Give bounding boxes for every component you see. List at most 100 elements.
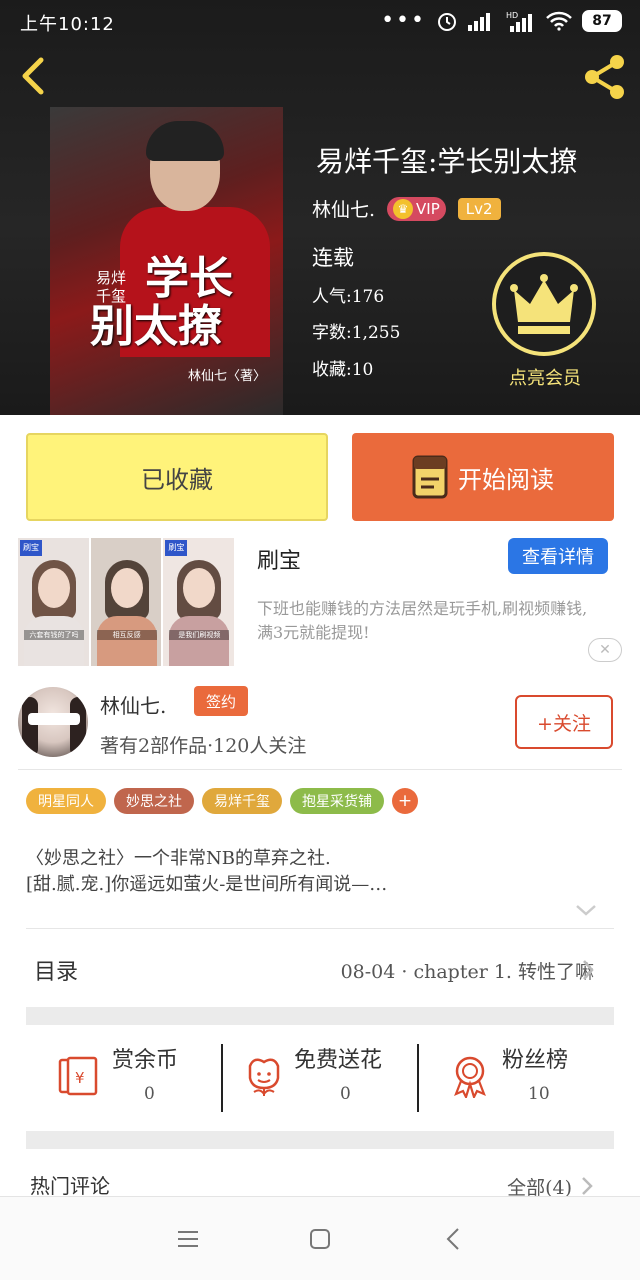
cover-title-line1: 学长 [145,253,233,304]
author-card-name[interactable]: 林仙七. [100,690,166,719]
system-nav-bar [0,1196,640,1280]
hot-comments-label: 热门评论 [30,1174,110,1198]
reward-flowers[interactable]: 免费送花 0 [222,1040,418,1116]
vip-badge: ♛ VIP [387,196,446,221]
book-header: 上午10:12 ••• HD 87 学长 别太撩 易烊 千玺 林仙七〈著〉 易烊… [0,0,640,415]
vip-member-button[interactable] [492,252,596,356]
ad-thumbnail-face [110,568,143,608]
section-gap [26,1131,614,1149]
reward-label: 免费送花 [294,1048,383,1073]
ad-thumbnail-face [38,568,70,608]
ad-detail-button[interactable]: 查看详情 [508,538,608,574]
ad-title[interactable]: 刷宝 [257,543,301,575]
book-word-count: 字数:1,255 [312,323,401,343]
divider [417,1044,419,1112]
cover-title-line2: 别太撩 [90,301,222,352]
tag-list: 明星同人 妙思之社 易烊千玺 抱星采货铺 + [26,788,418,814]
toc-label[interactable]: 目录 [34,954,78,986]
vip-label: VIP [416,199,440,218]
book-status: 连载 [312,246,354,270]
reward-row: ¥ 赏余币 0 免费送花 0 粉丝榜 10 [26,1040,614,1116]
crown-icon [510,274,578,334]
divider [221,1044,223,1112]
ad-thumbnail-caption: 是我们刷视频 [169,630,230,640]
ad-thumbnail-caption: 六套有钱的了吗 [24,630,84,640]
author-row: 林仙七. ♛ VIP Lv2 [312,195,501,222]
share-icon[interactable] [580,52,630,102]
book-popularity: 人气:176 [312,287,385,307]
ad-thumbnail-tag: 刷宝 [20,540,42,556]
favorited-button[interactable]: 已收藏 [26,433,328,521]
book-icon [412,455,448,499]
red-packet-icon: ¥ [58,1056,98,1096]
ad-thumbnail: 相互反感 [90,538,162,666]
status-bar: 上午10:12 ••• HD 87 [0,0,640,44]
level-badge: Lv2 [457,197,501,220]
crown-icon: ♛ [393,198,414,219]
signed-badge: 签约 [194,686,248,716]
intro-line: 〈妙思之社〉一个非常NB的草弃之社. [26,848,331,869]
chevron-right-icon[interactable] [580,958,596,982]
alarm-icon [438,12,456,31]
toc-latest-chapter[interactable]: 08-04 · chapter 1. 转性了嘛 [341,957,594,984]
signal-icon [468,12,490,31]
book-title: 易烊千玺:学长别太撩 [316,145,578,178]
reward-value: 0 [340,1084,351,1104]
ad-close-button[interactable]: ✕ [588,638,622,662]
chevron-down-icon[interactable] [574,902,598,918]
divider [18,769,622,770]
start-reading-label: 开始阅读 [458,465,554,494]
book-favorites: 收藏:10 [312,360,374,380]
reward-label: 粉丝榜 [502,1048,569,1073]
follow-button[interactable]: +关注 [515,695,613,749]
start-reading-button[interactable]: 开始阅读 [352,433,614,521]
author-stats: 著有2部作品·120人关注 [100,735,307,757]
svg-text:¥: ¥ [75,1069,85,1087]
intro-line: [甜.腻.宠.]你遥远如萤火-是世间所有闻说—… [26,874,388,895]
ad-description[interactable]: 下班也能赚钱的方法居然是玩手机,刷视频赚钱,满3元就能提现! [257,597,602,645]
ad-thumbnail: 刷宝 六套有钱的了吗 [18,538,89,666]
book-intro[interactable]: 〈妙思之社〉一个非常NB的草弃之社. [甜.腻.宠.]你遥远如萤火-是世间所有闻… [26,846,616,898]
ad-thumbnail: 刷宝 是我们刷视频 [163,538,235,666]
book-cover[interactable]: 学长 别太撩 易烊 千玺 林仙七〈著〉 [50,107,283,415]
cover-subtitle: 易烊 千玺 [96,269,127,305]
author-name[interactable]: 林仙七. [312,195,375,222]
reward-value: 10 [528,1084,550,1104]
ad-thumbnail-shirt [169,616,230,666]
ad-thumbnail-tag: 刷宝 [165,540,188,556]
menu-icon[interactable] [174,1225,202,1253]
reward-coins[interactable]: ¥ 赏余币 0 [26,1040,222,1116]
ad-thumbnails[interactable]: 刷宝 六套有钱的了吗 相互反感 刷宝 是我们刷视频 [18,538,235,666]
vip-member-label[interactable]: 点亮会员 [500,364,590,390]
avatar-blindfold [28,713,80,725]
tag-chip[interactable]: 易烊千玺 [202,788,282,814]
avatar-hair-right [70,697,86,757]
ad-thumbnail-shirt [96,616,157,666]
reward-fans[interactable]: 粉丝榜 10 [418,1040,614,1116]
ad-thumbnail-caption: 相互反感 [96,630,157,640]
tag-chip[interactable]: 妙思之社 [114,788,194,814]
battery-indicator: 87 [582,9,622,32]
reward-value: 0 [144,1084,155,1104]
cover-author: 林仙七〈著〉 [188,369,267,384]
cover-figure-hair [146,121,224,161]
medal-icon [454,1056,486,1098]
tag-chip[interactable]: 明星同人 [26,788,106,814]
chevron-right-icon[interactable] [580,1176,594,1196]
author-avatar[interactable] [18,687,88,757]
signal-hd-icon: HD [506,11,532,32]
reward-label: 赏余币 [112,1048,179,1073]
svg-text:HD: HD [506,11,518,20]
add-tag-button[interactable]: + [392,788,418,814]
status-time: 上午10:12 [20,14,115,35]
wifi-icon [546,11,572,31]
home-icon[interactable] [306,1225,334,1253]
avatar-hair-left [22,697,38,757]
section-gap [26,1007,614,1025]
ad-thumbnail-shirt [24,616,84,666]
divider [26,928,614,929]
back-arrow-icon[interactable] [14,56,54,96]
flower-icon [248,1058,280,1096]
back-icon[interactable] [440,1225,468,1253]
tag-chip[interactable]: 抱星采货铺 [290,788,384,814]
